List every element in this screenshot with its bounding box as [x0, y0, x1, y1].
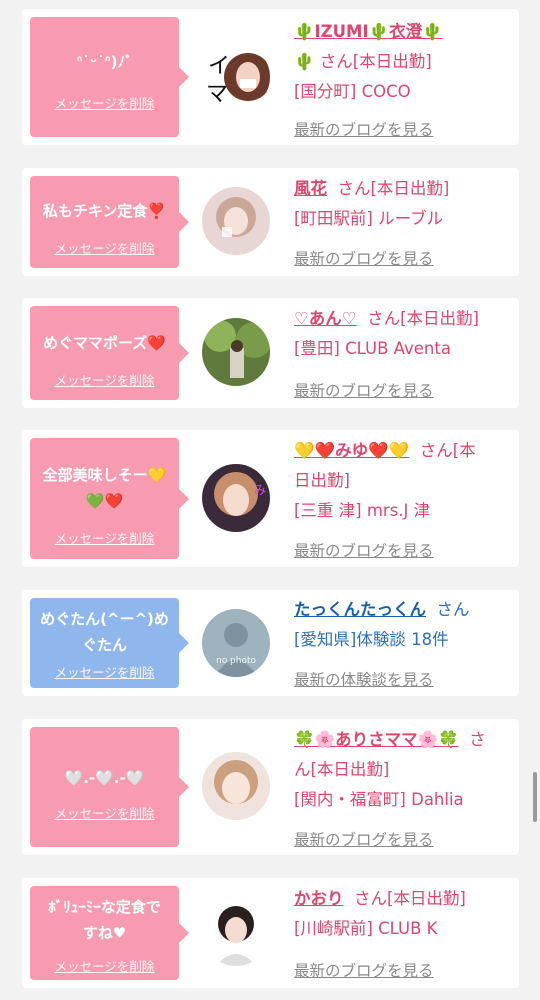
avatar-icon-arisa[interactable] [202, 752, 270, 820]
message-text: ᐢ˙ᵕ˙ᐢ)ﾉﾞ [76, 53, 133, 71]
delete-message-link[interactable]: メッセージを削除 [30, 370, 179, 389]
status-text-cont: ん[本日出勤] [294, 760, 390, 779]
delete-message-link[interactable]: メッセージを削除 [30, 93, 179, 112]
taiken-count-text: [愛知県]体験談 18件 [294, 630, 449, 649]
no-photo-icon[interactable]: no photo [202, 609, 270, 677]
message-text: 全部美味しそー💛 💚❤️ [42, 466, 167, 510]
delete-message-link[interactable]: メッセージを削除 [30, 238, 179, 257]
svg-text:no photo: no photo [216, 656, 257, 666]
message-text: めぐママポーズ❤️ [43, 334, 166, 352]
status-text: さん[本 [419, 441, 476, 460]
message-text: 私もチキン定食❣️ [42, 202, 167, 220]
message-card: めぐママポーズ❤️ メッセージを削除 ♡あん♡ さん[本日出勤] [豊田] CL… [22, 298, 519, 408]
user-name-link[interactable]: たっくんたっくん [294, 600, 426, 619]
shop-text: [川崎駅前] CLUB K [294, 919, 438, 938]
message-bubble: 全部美味しそー💛 💚❤️ メッセージを削除 [30, 438, 189, 559]
message-card: ᐢ˙ᵕ˙ᐢ)ﾉﾞ メッセージを削除 イマ 🌵IZUMI🌵衣澄🌵 🌵 さん[本日出… [22, 9, 519, 145]
message-bubble: 私もチキン定食❣️ メッセージを削除 [30, 176, 189, 268]
shop-text: [豊田] CLUB Aventa [294, 339, 451, 358]
status-text: 🌵 さん[本日出勤] [294, 52, 432, 71]
user-name-link[interactable]: 風花 [294, 179, 327, 198]
message-bubble: めぐたん(^ー^)め ぐたん メッセージを削除 [30, 598, 189, 688]
blog-link[interactable]: 最新のブログを見る [294, 115, 434, 145]
blog-link[interactable]: 最新のブログを見る [294, 376, 434, 406]
user-name-link[interactable]: 🌵IZUMI🌵衣澄🌵 [294, 22, 443, 41]
message-bubble: ᐢ˙ᵕ˙ᐢ)ﾉﾞ メッセージを削除 [30, 17, 189, 137]
avatar-icon-izumi[interactable]: イマ [202, 43, 270, 111]
delete-message-link[interactable]: メッセージを削除 [30, 956, 179, 975]
status-text: さん[本日出勤] [354, 889, 466, 908]
user-name-link[interactable]: 🍀🌸ありさママ🌸🍀 [294, 730, 459, 749]
message-list: ᐢ˙ᵕ˙ᐢ)ﾉﾞ メッセージを削除 イマ 🌵IZUMI🌵衣澄🌵 🌵 さん[本日出… [0, 0, 540, 1000]
user-info: 🍀🌸ありさママ🌸🍀 さ ん[本日出勤] [関内・福富町] Dahlia 最新のブ… [294, 725, 511, 849]
user-name-link[interactable]: ♡あん♡ [294, 309, 357, 328]
blog-link[interactable]: 最新のブログを見る [294, 825, 434, 855]
status-text: さん [436, 600, 470, 619]
blog-link[interactable]: 最新のブログを見る [294, 244, 434, 274]
svg-text:マ: マ [206, 82, 228, 107]
delete-message-link[interactable]: メッセージを削除 [30, 662, 179, 681]
user-info: 🌵IZUMI🌵衣澄🌵 🌵 さん[本日出勤] [国分町] COCO 最新のブログを… [294, 17, 511, 139]
avatar-icon-an[interactable] [202, 318, 270, 386]
message-text: めぐたん(^ー^)め ぐたん [40, 610, 169, 654]
user-info: かおり さん[本日出勤] [川崎駅前] CLUB K 最新のブログを見る [294, 884, 511, 980]
svg-text:み: み [254, 483, 266, 497]
message-card: 🤍.-🤍.-🤍 メッセージを削除 🍀🌸ありさママ🌸🍀 さ ん[本日出勤] [関内… [22, 719, 519, 855]
avatar-icon-fuka[interactable] [202, 187, 270, 255]
avatar-icon-kaori[interactable] [202, 898, 270, 966]
shop-text: [国分町] COCO [294, 82, 411, 101]
delete-message-link[interactable]: メッセージを削除 [30, 803, 179, 822]
delete-message-link[interactable]: メッセージを削除 [30, 528, 179, 547]
status-text: さん[本日出勤] [337, 179, 450, 198]
message-bubble: ﾎﾞﾘｭｰﾐｰな定食で すね♥ メッセージを削除 [30, 886, 189, 980]
scrollbar[interactable] [533, 772, 537, 822]
shop-text: [関内・福富町] Dahlia [294, 790, 464, 809]
shop-text: [三重 津] mrs.J 津 [294, 501, 431, 520]
blog-link[interactable]: 最新のブログを見る [294, 956, 434, 986]
avatar-icon-miyu[interactable]: み [202, 464, 270, 532]
message-card: 全部美味しそー💛 💚❤️ メッセージを削除 み 💛❤️みゆ❤️💛 さん[本 日出… [22, 430, 519, 567]
status-text: さ [469, 730, 486, 749]
status-text: さん[本日出勤] [367, 309, 479, 328]
user-info: 風花 さん[本日出勤] [町田駅前] ルーブル 最新のブログを見る [294, 174, 511, 268]
user-info: ♡あん♡ さん[本日出勤] [豊田] CLUB Aventa 最新のブログを見る [294, 304, 511, 400]
taiken-link[interactable]: 最新の体験談を見る [294, 665, 434, 695]
message-card: 私もチキン定食❣️ メッセージを削除 風花 さん[本日出勤] [町田駅前] ルー… [22, 168, 519, 276]
message-text: 🤍.-🤍.-🤍 [64, 769, 145, 787]
message-text: ﾎﾞﾘｭｰﾐｰな定食で すね♥ [48, 898, 161, 942]
message-bubble: 🤍.-🤍.-🤍 メッセージを削除 [30, 727, 189, 847]
status-text-cont: 日出勤] [294, 471, 350, 490]
user-info: 💛❤️みゆ❤️💛 さん[本 日出勤] [三重 津] mrs.J 津 最新のブログ… [294, 436, 511, 560]
blog-link[interactable]: 最新のブログを見る [294, 536, 434, 566]
user-name-link[interactable]: 💛❤️みゆ❤️💛 [294, 441, 409, 460]
message-card: めぐたん(^ー^)め ぐたん メッセージを削除 no photo たっくんたっく… [22, 590, 519, 696]
user-name-link[interactable]: かおり [294, 889, 344, 908]
shop-text: [町田駅前] ルーブル [294, 209, 444, 228]
message-card: ﾎﾞﾘｭｰﾐｰな定食で すね♥ メッセージを削除 かおり さん[本日出勤] [川… [22, 878, 519, 988]
user-info: たっくんたっくん さん [愛知県]体験談 18件 最新の体験談を見る [294, 595, 511, 689]
message-bubble: めぐママポーズ❤️ メッセージを削除 [30, 306, 189, 400]
